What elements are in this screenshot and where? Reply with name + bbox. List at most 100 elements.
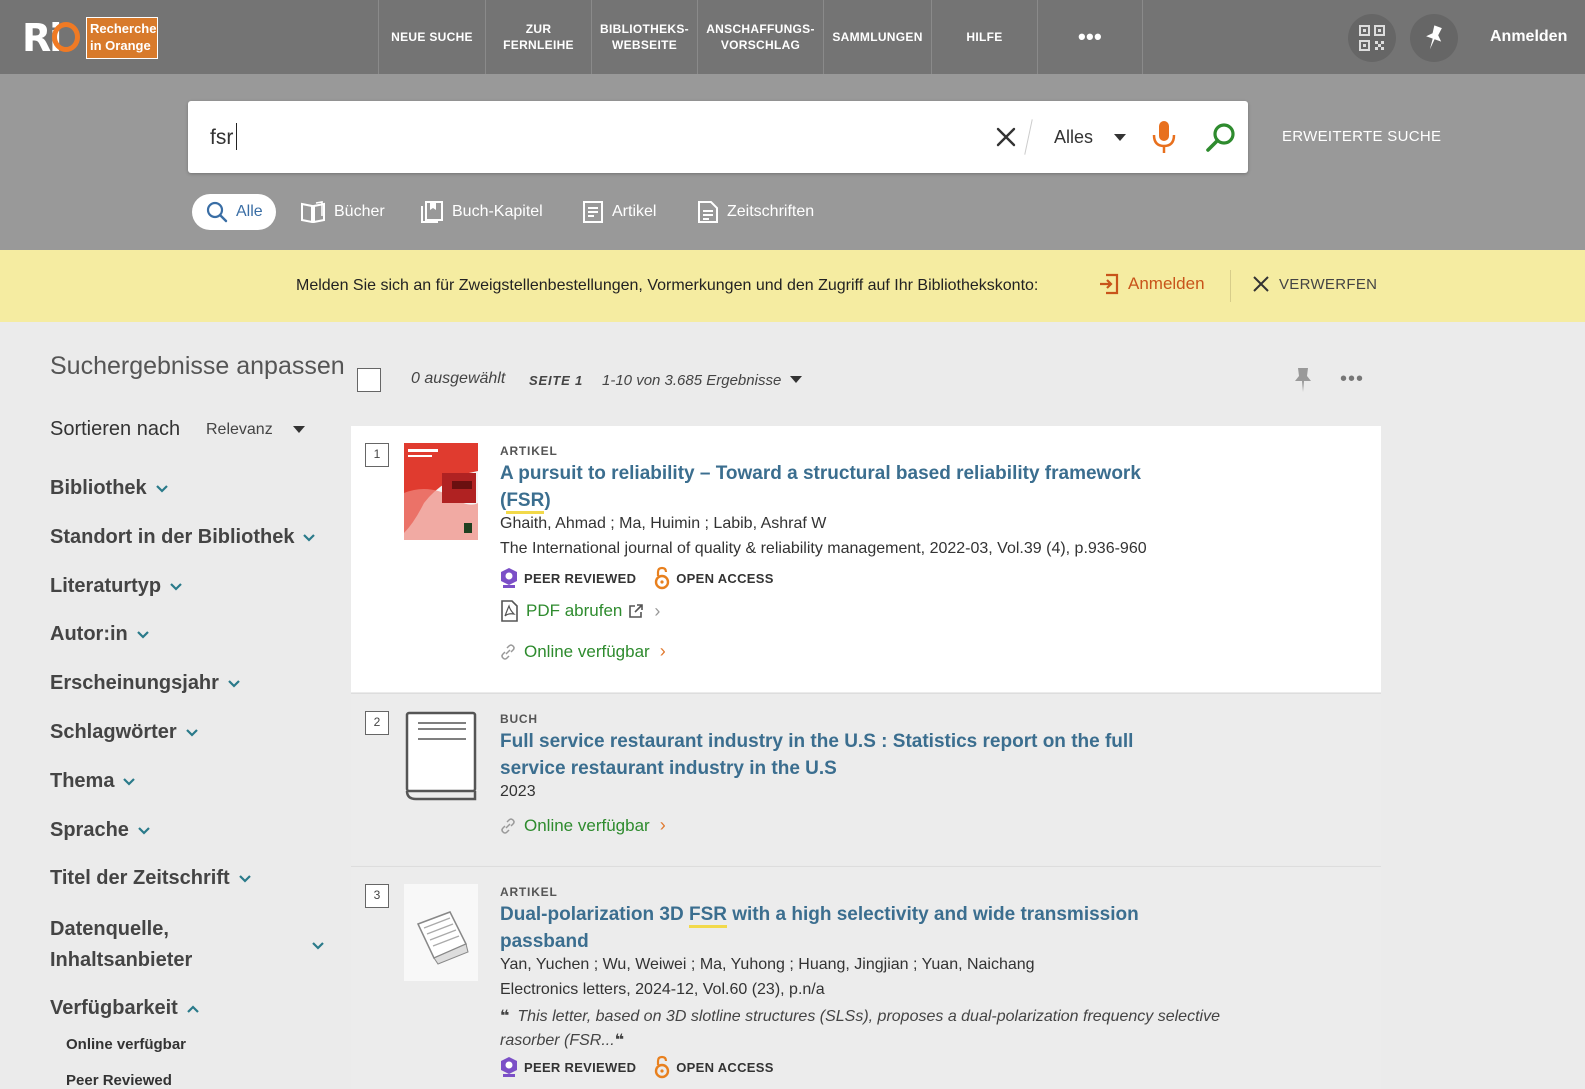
- facet-datenquelle[interactable]: Datenquelle, Inhaltsanbieter: [50, 914, 192, 976]
- result-number[interactable]: 1: [365, 443, 389, 467]
- result-title[interactable]: Full service restaurant industry in the …: [500, 728, 1180, 782]
- chevron-right-icon: ›: [659, 641, 666, 661]
- search-go-icon[interactable]: [1204, 121, 1238, 155]
- result-authors: Yan, Yuchen ; Wu, Weiwei ; Ma, Yuhong ; …: [500, 956, 1035, 973]
- nav-sammlungen[interactable]: SAMMLUNGEN: [823, 0, 931, 74]
- type-filter-buecher[interactable]: Bücher: [300, 194, 385, 230]
- result-abstract: ❝ This letter, based on 3D slotline struc…: [500, 1005, 1260, 1053]
- chevron-down-icon: [155, 484, 168, 493]
- type-filter-label: Bücher: [334, 203, 385, 220]
- quote-close-icon: ❝: [614, 1032, 625, 1049]
- microphone-icon[interactable]: [1151, 119, 1177, 155]
- nav-hilfe[interactable]: HILFE: [931, 0, 1037, 74]
- banner-dismiss-label: VERWERFEN: [1279, 275, 1378, 293]
- book-placeholder-icon[interactable]: [404, 711, 478, 808]
- chevron-down-icon[interactable]: [311, 941, 325, 951]
- scope-caret-icon[interactable]: [1114, 134, 1126, 141]
- facet-label: Literaturtyp: [50, 575, 162, 597]
- result-badges: PEER REVIEWED OPEN ACCESS: [500, 1055, 792, 1079]
- search-area: Alles ERWEITERTE SUCHE Alle Bücher: [0, 74, 1585, 250]
- chevron-down-icon: [303, 533, 316, 542]
- range-caret-icon[interactable]: [790, 376, 802, 383]
- pdf-link[interactable]: PDF abrufen ›: [500, 600, 660, 622]
- facet-label: Erscheinungsjahr: [50, 672, 219, 694]
- result-item[interactable]: 1 ARTIKEL A pursuit to reliability – Tow…: [351, 426, 1381, 692]
- search-scope-select[interactable]: Alles: [1054, 127, 1093, 148]
- type-filter-alle[interactable]: Alle: [192, 194, 276, 230]
- pinned-items-button[interactable]: [1410, 14, 1458, 62]
- facet-standort[interactable]: Standort in der Bibliothek: [50, 526, 316, 549]
- chevron-down-icon: [238, 874, 251, 883]
- select-all-checkbox[interactable]: [357, 368, 381, 392]
- sort-select[interactable]: Relevanz: [206, 421, 273, 439]
- result-number[interactable]: 3: [365, 884, 389, 908]
- facet-option-peer-reviewed[interactable]: Peer Reviewed: [66, 1072, 172, 1089]
- type-filter-zeitschriften[interactable]: Zeitschriften: [697, 194, 814, 230]
- more-options-icon[interactable]: •••: [1340, 368, 1364, 391]
- type-filter-artikel[interactable]: Artikel: [582, 194, 656, 230]
- facet-label: Bibliothek: [50, 477, 147, 499]
- advanced-search-link[interactable]: ERWEITERTE SUCHE: [1282, 128, 1441, 145]
- close-icon: [1253, 276, 1269, 292]
- facet-label: Autor:in: [50, 623, 128, 645]
- peer-reviewed-badge: PEER REVIEWED: [500, 1056, 636, 1078]
- result-range[interactable]: 1-10 von 3.685 Ergebnisse: [602, 372, 781, 389]
- result-title[interactable]: A pursuit to reliability – Toward a stru…: [500, 460, 1180, 514]
- facet-erscheinungsjahr[interactable]: Erscheinungsjahr: [50, 672, 241, 695]
- logo-box: Recherche in Orange: [86, 17, 158, 59]
- nav-neue-suche[interactable]: NEUE SUCHE: [378, 0, 485, 74]
- qr-code-button[interactable]: [1348, 14, 1396, 62]
- result-item[interactable]: 2 BUCH Full service restaurant industry …: [351, 693, 1381, 865]
- pin-icon[interactable]: [1292, 366, 1314, 394]
- result-source: The International journal of quality & r…: [500, 540, 1147, 557]
- link-icon: [501, 643, 515, 660]
- result-title[interactable]: Dual-polarization 3D FSR with a high sel…: [500, 901, 1180, 955]
- online-available-link[interactable]: Online verfügbar ›: [500, 641, 666, 662]
- signin-link[interactable]: Anmelden: [1490, 28, 1567, 46]
- open-access-badge: OPEN ACCESS: [654, 566, 773, 590]
- facet-thema[interactable]: Thema: [50, 770, 136, 793]
- banner-dismiss-button[interactable]: VERWERFEN: [1252, 275, 1377, 293]
- nav-bibliothekswebseite[interactable]: BIBLIOTHEKS-WEBSEITE: [591, 0, 697, 74]
- search-input[interactable]: [210, 121, 970, 155]
- type-filter-buch-kapitel[interactable]: Buch-Kapitel: [420, 194, 543, 230]
- facet-literaturtyp[interactable]: Literaturtyp: [50, 575, 183, 598]
- banner-login-button[interactable]: Anmelden: [1098, 272, 1205, 296]
- result-authors: Ghaith, Ahmad ; Ma, Huimin ; Labib, Ashr…: [500, 515, 827, 532]
- link-icon: [501, 817, 515, 834]
- nav-fernleihe[interactable]: ZUR FERNLEIHE: [485, 0, 591, 74]
- result-number[interactable]: 2: [365, 711, 389, 735]
- chevron-up-icon: [187, 1004, 199, 1013]
- pin-icon: [1426, 25, 1442, 50]
- chevron-down-icon: [170, 582, 182, 591]
- facet-verfuegbarkeit[interactable]: Verfügbarkeit: [50, 997, 200, 1020]
- facet-label: Standort in der Bibliothek: [50, 526, 295, 548]
- facet-bibliothek[interactable]: Bibliothek: [50, 477, 169, 500]
- clear-search-icon[interactable]: [994, 125, 1018, 149]
- facet-titel-zeitschrift[interactable]: Titel der Zeitschrift: [50, 867, 252, 890]
- facets-title: Suchergebnisse anpassen: [50, 352, 345, 380]
- facet-sprache[interactable]: Sprache: [50, 819, 151, 842]
- type-filter-label: Alle: [236, 203, 263, 220]
- facet-autor[interactable]: Autor:in: [50, 623, 150, 646]
- facet-label: Thema: [50, 770, 115, 792]
- title-highlight: FSR: [506, 490, 545, 514]
- abstract-text: This letter, based on 3D slotline struct…: [500, 1008, 1220, 1049]
- facet-option-online[interactable]: Online verfügbar: [66, 1036, 186, 1053]
- sort-caret-icon[interactable]: [293, 426, 305, 433]
- chapter-icon: [421, 201, 443, 223]
- page-label: SEITE 1: [529, 373, 584, 388]
- facet-label: Schlagwörter: [50, 721, 177, 743]
- result-item[interactable]: 3 ARTIKEL Dual-polarization 3D FSR with …: [351, 866, 1381, 1089]
- quote-open-icon: ❝: [500, 1008, 510, 1025]
- result-type: BUCH: [500, 712, 538, 726]
- nav-more-button[interactable]: •••: [1037, 0, 1143, 74]
- nav-anschaffungsvorschlag[interactable]: ANSCHAFFUNGS-VORSCHLAG: [697, 0, 823, 74]
- online-available-link[interactable]: Online verfügbar ›: [500, 815, 666, 836]
- article-placeholder-icon[interactable]: [404, 884, 478, 981]
- facet-schlagwoerter[interactable]: Schlagwörter: [50, 721, 199, 744]
- banner-message: Melden Sie sich an für Zweigstellenbeste…: [296, 277, 1039, 294]
- cover-thumbnail[interactable]: [404, 443, 478, 540]
- logo[interactable]: Ri Recherche in Orange: [22, 14, 162, 60]
- pdf-link-label: PDF abrufen: [526, 601, 623, 620]
